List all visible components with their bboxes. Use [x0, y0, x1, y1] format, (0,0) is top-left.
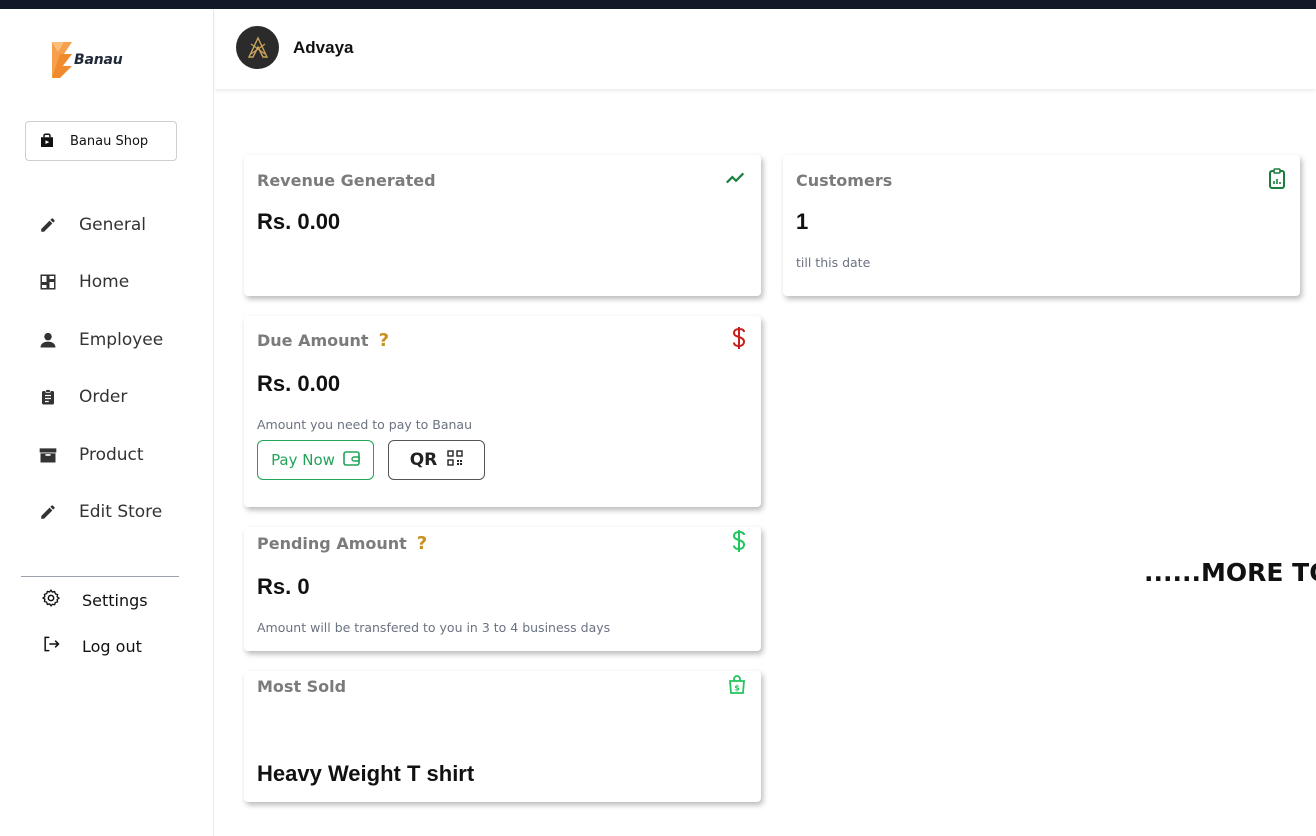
settings-label: Settings	[82, 590, 148, 610]
brand-name: Banau	[74, 52, 123, 68]
help-icon[interactable]: ?	[379, 330, 389, 351]
shop-bag-icon	[41, 133, 53, 147]
sidebar-item-label: Product	[79, 445, 144, 465]
person-icon	[38, 330, 58, 350]
customers-card: Customers 1 till this date	[783, 155, 1300, 296]
most-sold-card: Most Sold Heavy Weight T shirt $	[244, 671, 761, 802]
qr-button[interactable]: QR	[388, 440, 485, 480]
store-avatar[interactable]	[236, 26, 279, 69]
brand-logo[interactable]: Banau	[50, 40, 130, 80]
sidebar-item-label: Employee	[79, 330, 164, 350]
sidebar-item-order[interactable]: Order	[38, 382, 127, 412]
sidebar-item-label: Home	[79, 272, 130, 292]
card-subtitle: Amount you need to pay to Banau	[257, 417, 472, 432]
store-name: Advaya	[293, 38, 354, 57]
dollar-icon	[731, 326, 747, 355]
card-value: Rs. 0.00	[257, 371, 341, 396]
card-title: Customers	[796, 171, 893, 190]
most-sold-product: Heavy Weight T shirt	[257, 761, 475, 786]
qr-label: QR	[409, 450, 438, 470]
shop-selector-button[interactable]: Banau Shop	[25, 121, 177, 161]
clipboard-icon	[38, 387, 58, 407]
sidebar-item-label: Edit Store	[79, 502, 163, 522]
more-to-come-text: ......MORE TO	[1144, 558, 1316, 587]
card-title-text: Due Amount	[257, 331, 369, 350]
help-icon[interactable]: ?	[417, 533, 427, 554]
dashboard-icon	[38, 272, 58, 292]
card-subtitle: till this date	[796, 255, 871, 270]
logout-label: Log out	[82, 636, 142, 656]
qr-code-icon	[447, 449, 463, 471]
svg-text:$: $	[734, 684, 740, 693]
box-icon	[38, 445, 58, 465]
sidebar-item-general[interactable]: General	[38, 210, 146, 240]
logout-icon	[41, 634, 61, 659]
gear-icon	[41, 588, 61, 613]
store-logo-icon	[247, 35, 268, 58]
top-header: Advaya	[215, 9, 1316, 89]
sidebar-item-employee[interactable]: Employee	[38, 325, 163, 355]
pay-now-button[interactable]: Pay Now	[257, 440, 374, 480]
clipboard-chart-icon	[1268, 168, 1286, 195]
shopping-bag-icon: $	[727, 675, 747, 700]
revenue-card: Revenue Generated Rs. 0.00	[244, 155, 761, 296]
card-title-text: Pending Amount	[257, 534, 407, 553]
pencil-icon	[38, 215, 58, 235]
trending-up-icon	[725, 169, 747, 192]
dollar-icon	[731, 529, 747, 558]
banau-logo-icon	[52, 42, 72, 78]
pencil-icon	[38, 502, 58, 522]
sidebar-item-label: Order	[79, 387, 128, 407]
card-value: Rs. 0.00	[257, 209, 341, 234]
settings-link[interactable]: Settings	[41, 587, 148, 613]
top-bar	[0, 0, 1316, 9]
card-value: 1	[796, 209, 809, 234]
sidebar: Banau Banau Shop General Home Employee O…	[0, 9, 214, 836]
wallet-icon	[343, 450, 360, 471]
pay-now-label: Pay Now	[271, 451, 335, 469]
shop-selector-label: Banau Shop	[70, 133, 149, 149]
card-title: Due Amount?	[257, 330, 389, 351]
sidebar-divider	[21, 576, 179, 577]
sidebar-item-edit-store[interactable]: Edit Store	[38, 497, 162, 527]
sidebar-item-home[interactable]: Home	[38, 267, 129, 297]
card-subtitle: Amount will be transfered to you in 3 to…	[257, 620, 611, 635]
sidebar-item-product[interactable]: Product	[38, 440, 144, 470]
due-amount-card: Due Amount? Rs. 0.00 Amount you need to …	[244, 316, 761, 507]
logout-link[interactable]: Log out	[41, 633, 142, 659]
card-title: Revenue Generated	[257, 171, 436, 190]
card-title: Most Sold	[257, 677, 347, 696]
card-title: Pending Amount?	[257, 533, 427, 554]
card-value: Rs. 0	[257, 574, 310, 599]
sidebar-item-label: General	[79, 215, 146, 235]
pending-amount-card: Pending Amount? Rs. 0 Amount will be tra…	[244, 527, 761, 651]
